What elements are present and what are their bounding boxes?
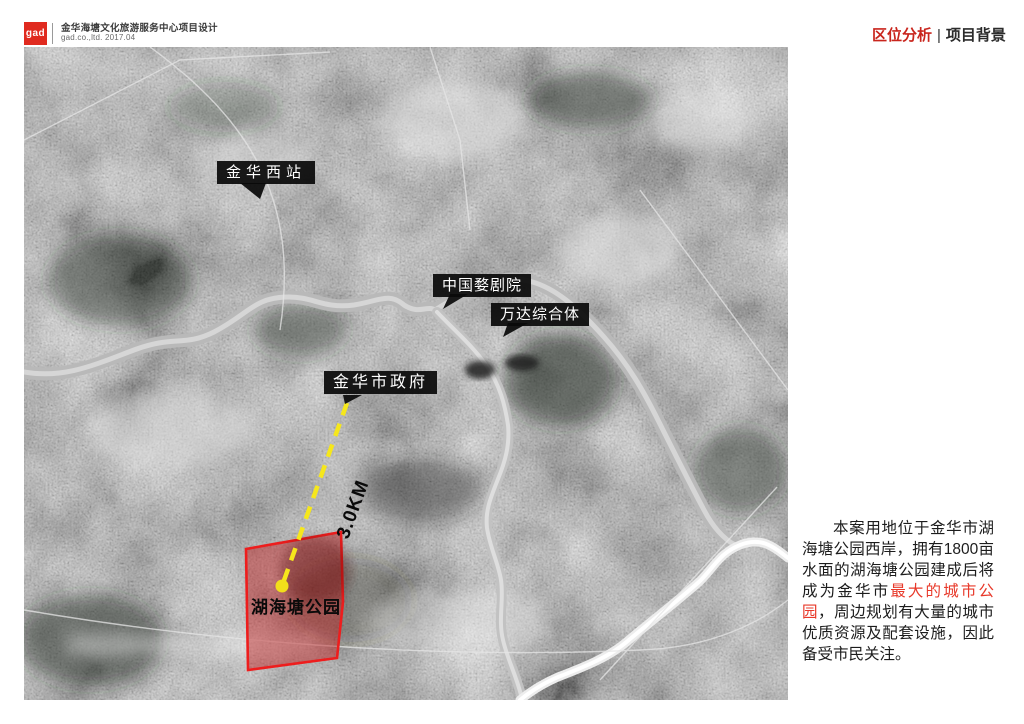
label-wanda-complex: 万达综合体 bbox=[491, 303, 590, 326]
project-title: 金华海塘文化旅游服务中心项目设计 bbox=[61, 23, 218, 34]
government-pointer bbox=[343, 395, 362, 404]
label-huhaitang-park: 湖海塘公园 bbox=[251, 598, 341, 617]
description-tail: ，周边规划有大量的城市优质资源及配套设施，因此备受市民关注。 bbox=[802, 604, 994, 663]
section-title-secondary: 项目背景 bbox=[945, 27, 1006, 44]
label-jinhua-west-station: 金华西站 bbox=[217, 161, 316, 184]
header-divider bbox=[52, 23, 53, 44]
section-title-primary: 区位分析 bbox=[872, 27, 933, 44]
west-station-pointer bbox=[240, 183, 266, 199]
distance-label: 3.0KM bbox=[333, 477, 374, 541]
satellite-map: 3.0KM 金华西站 中国婺剧院 万达综合体 金华市政府 湖海塘公园 bbox=[24, 47, 788, 700]
label-china-wu-opera-house: 中国婺剧院 bbox=[433, 274, 532, 297]
company-line: gad.co.,ltd. 2017.04 bbox=[61, 33, 136, 42]
label-city-government: 金华市政府 bbox=[324, 371, 438, 394]
site-endpoint-dot bbox=[275, 579, 289, 593]
gad-logo: gad bbox=[24, 22, 47, 45]
section-title-separator: | bbox=[937, 27, 941, 44]
project-description: 本案用地位于金华市湖海塘公园西岸，拥有1800亩水面的湖海塘公园建成后将成为金华… bbox=[802, 518, 994, 665]
presentation-slide: gad 金华海塘文化旅游服务中心项目设计 gad.co.,ltd. 2017.0… bbox=[0, 0, 1024, 724]
section-title: 区位分析 | 项目背景 bbox=[872, 24, 1006, 45]
